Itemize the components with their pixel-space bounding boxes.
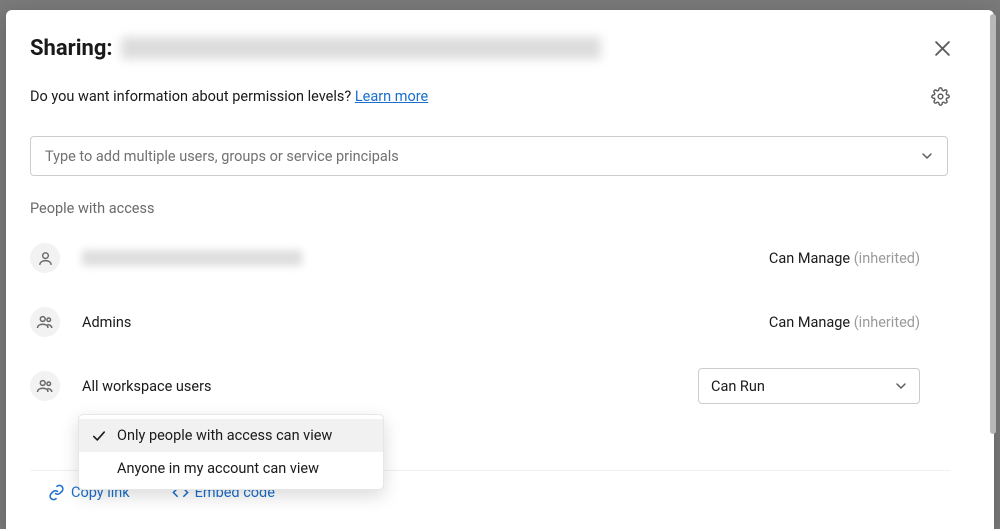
chevron-down-icon — [921, 150, 933, 162]
permission-inherited: (inherited) — [854, 314, 920, 331]
permission-select-value: Can Run — [711, 378, 765, 395]
principal-name-redacted — [82, 250, 302, 266]
chevron-down-icon — [895, 380, 907, 392]
visibility-dropdown: Only people with access can view Anyone … — [78, 414, 384, 490]
search-placeholder: Type to add multiple users, groups or se… — [45, 148, 399, 165]
user-avatar — [30, 243, 60, 273]
modal-header: Sharing: — [30, 34, 970, 62]
permission-text: Can Manage (inherited) — [769, 250, 920, 267]
group-avatar — [30, 307, 60, 337]
principal-name: Admins — [82, 314, 131, 331]
access-row: All workspace users Can Run — [30, 361, 920, 411]
visibility-option-restricted[interactable]: Only people with access can view — [79, 419, 383, 452]
permission-inherited: (inherited) — [854, 250, 920, 267]
resource-title-redacted — [121, 37, 601, 59]
people-with-access-label: People with access — [30, 200, 970, 217]
info-text: Do you want information about permission… — [30, 88, 428, 105]
visibility-option-account[interactable]: Anyone in my account can view — [79, 452, 383, 485]
sharing-label: Sharing: — [30, 36, 113, 61]
info-row: Do you want information about permission… — [30, 84, 970, 108]
close-icon — [934, 40, 951, 57]
close-button[interactable] — [928, 34, 956, 62]
link-icon — [48, 484, 65, 501]
permission-text: Can Manage (inherited) — [769, 314, 920, 331]
access-row: Can Manage (inherited) — [30, 233, 920, 283]
permission-value: Can Manage — [769, 314, 850, 331]
gear-icon — [931, 87, 950, 106]
modal-title-group: Sharing: — [30, 36, 601, 61]
sharing-modal: Sharing: Do you want information about p… — [6, 10, 994, 529]
visibility-option-label: Only people with access can view — [117, 427, 332, 444]
access-left: All workspace users — [30, 371, 212, 401]
access-left: Admins — [30, 307, 131, 337]
group-icon — [36, 313, 54, 331]
visibility-option-label: Anyone in my account can view — [117, 460, 319, 477]
user-icon — [37, 250, 54, 267]
add-principals-input[interactable]: Type to add multiple users, groups or se… — [30, 136, 948, 176]
access-row: Admins Can Manage (inherited) — [30, 297, 920, 347]
learn-more-link[interactable]: Learn more — [355, 88, 428, 105]
group-icon — [36, 377, 54, 395]
scrollbar[interactable] — [990, 14, 996, 434]
access-left — [30, 243, 302, 273]
permission-select[interactable]: Can Run — [698, 368, 920, 404]
permission-value: Can Manage — [769, 250, 850, 267]
permission-info-question: Do you want information about permission… — [30, 88, 355, 105]
settings-button[interactable] — [928, 84, 952, 108]
principal-name: All workspace users — [82, 378, 212, 395]
check-icon — [91, 429, 107, 443]
group-avatar — [30, 371, 60, 401]
